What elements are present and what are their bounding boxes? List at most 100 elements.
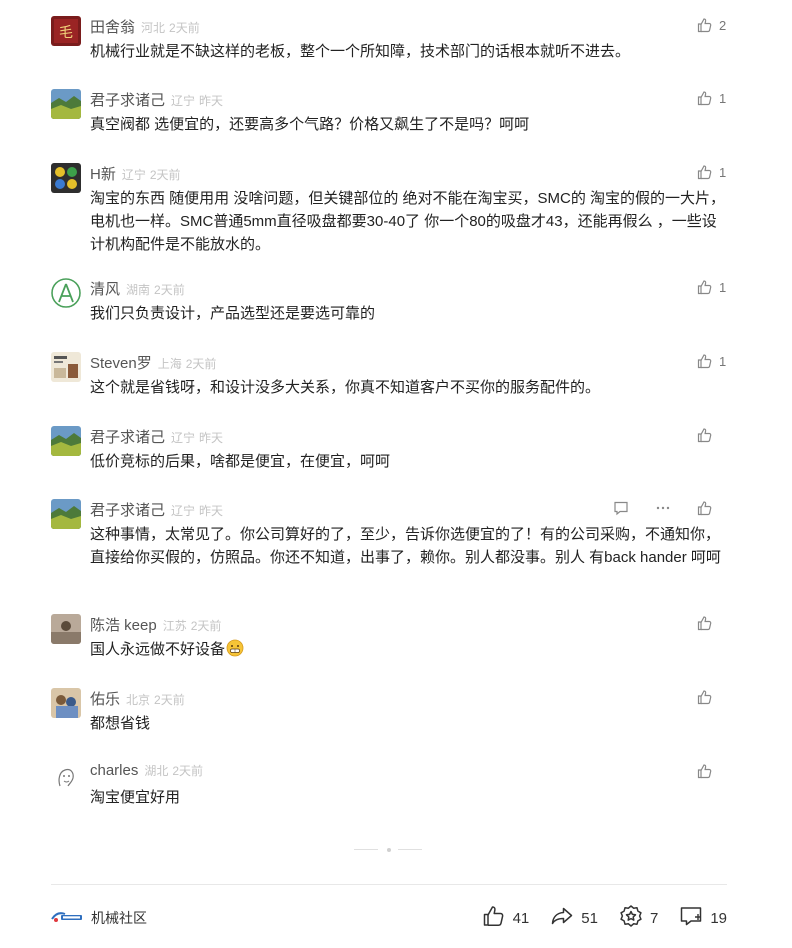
comment-bubble-icon xyxy=(679,904,703,933)
comment-actions xyxy=(697,426,727,444)
commenter-location: 河北 xyxy=(141,21,166,35)
like-count: 1 xyxy=(719,164,727,180)
more-options-icon[interactable] xyxy=(655,500,671,516)
avatar[interactable] xyxy=(51,762,81,792)
comment-time: 2天前 xyxy=(169,21,200,35)
commenter-location: 江苏 xyxy=(162,619,187,633)
thumbs-up-icon[interactable] xyxy=(697,689,713,705)
comment-time: 昨天 xyxy=(199,94,224,108)
favorite-badge-icon xyxy=(619,904,643,933)
comment-time: 昨天 xyxy=(199,504,224,518)
comment-time: 昨天 xyxy=(199,431,224,445)
commenter-location: 北京 xyxy=(126,693,151,707)
brand-logo-icon xyxy=(51,909,83,928)
commenter-name[interactable]: Steven罗 xyxy=(90,352,152,373)
comment-feed: 毛 田舍翁 河北 2天前 2 机械行业就是不缺这样的老板，整个一个所知障，技术部… xyxy=(0,0,792,948)
like-total: 41 xyxy=(512,910,530,927)
comment-actions xyxy=(697,762,727,780)
thumbs-up-icon[interactable] xyxy=(697,427,713,443)
favorite-button[interactable]: 7 xyxy=(619,904,658,933)
commenter-location: 辽宁 xyxy=(121,168,146,182)
commenter-name[interactable]: 君子求诸己 xyxy=(90,89,165,110)
avatar[interactable] xyxy=(51,89,81,119)
like-button[interactable]: 41 xyxy=(482,904,530,933)
commenter-name[interactable]: 清风 xyxy=(90,278,120,299)
commenter-name[interactable]: 佑乐 xyxy=(90,688,120,709)
share-total: 51 xyxy=(581,910,598,927)
comment-meta: 君子求诸己 辽宁 昨天 xyxy=(90,89,224,110)
loader-dot xyxy=(387,848,391,852)
thumbs-up-icon[interactable] xyxy=(697,500,713,516)
loader-bar xyxy=(398,849,422,850)
comment-text: 机械行业就是不缺这样的老板，整个一个所知障，技术部门的话根本就听不进去。 xyxy=(90,43,631,60)
comment-time: 2天前 xyxy=(154,693,185,707)
commenter-name[interactable]: H新 xyxy=(90,163,116,184)
svg-text:毛: 毛 xyxy=(59,25,73,41)
loader-bar xyxy=(354,849,378,850)
thumbs-up-icon[interactable] xyxy=(697,164,713,180)
commenter-location: 辽宁 xyxy=(171,94,196,108)
commenter-name[interactable]: charles xyxy=(90,762,138,779)
thumbs-up-icon[interactable] xyxy=(697,90,713,106)
avatar[interactable] xyxy=(51,352,81,382)
commenter-location: 湖北 xyxy=(144,764,169,778)
like-count: 1 xyxy=(719,90,727,106)
comment-meta: 陈浩 keep 江苏 2天前 xyxy=(90,614,222,635)
comment-meta: charles 湖北 2天前 xyxy=(90,762,203,780)
reply-icon[interactable] xyxy=(613,500,629,516)
engagement-stats: 41 51 7 19 xyxy=(461,904,727,933)
comment-meta: 清风 湖南 2天前 xyxy=(90,278,185,299)
comment-button[interactable]: 19 xyxy=(679,904,727,933)
like-count: 2 xyxy=(719,17,727,33)
avatar[interactable] xyxy=(51,163,81,193)
comment-text: 都想省钱 xyxy=(90,715,151,732)
comment-text: 这个就是省钱呀，和设计没多大关系，你真不知道客户不买你的服务配件的。 xyxy=(90,379,601,396)
commenter-location: 上海 xyxy=(157,357,182,371)
thumbs-up-icon[interactable] xyxy=(697,279,713,295)
commenter-name[interactable]: 君子求诸己 xyxy=(90,426,165,447)
comment-total: 19 xyxy=(710,910,727,927)
comment-actions xyxy=(697,614,727,632)
comment-actions: 1 xyxy=(697,352,727,370)
favorite-total: 7 xyxy=(649,910,659,927)
footer-bar: 机械社区 41 51 7 19 xyxy=(51,904,727,932)
comment-time: 2天前 xyxy=(154,283,185,297)
share-button[interactable]: 51 xyxy=(550,904,598,933)
thumbs-up-icon[interactable] xyxy=(697,763,713,779)
comment-meta: 君子求诸己 辽宁 昨天 xyxy=(90,499,224,520)
comment-text: 淘宝的东西 随便用用 没啥问题，但关键部位的 绝对不能在淘宝买，SMC的 淘宝的… xyxy=(90,190,726,253)
commenter-location: 湖南 xyxy=(126,283,151,297)
commenter-name[interactable]: 君子求诸己 xyxy=(90,499,165,520)
loading-indicator xyxy=(354,848,424,852)
avatar[interactable] xyxy=(51,688,81,718)
source-account[interactable]: 机械社区 xyxy=(51,908,147,928)
thumbs-up-icon[interactable] xyxy=(697,17,713,33)
comment-text: 淘宝便宜好用 xyxy=(90,789,181,806)
like-count: 1 xyxy=(719,353,727,369)
thumbs-up-icon xyxy=(482,904,506,933)
comment-meta: H新 辽宁 2天前 xyxy=(90,163,181,184)
comment-text: 国人永远做不好设备 xyxy=(90,638,730,661)
comment-time: 2天前 xyxy=(190,619,222,633)
commenter-location: 辽宁 xyxy=(171,431,196,445)
comment-meta: 君子求诸己 辽宁 昨天 xyxy=(90,426,224,447)
comment-meta: Steven罗 上海 2天前 xyxy=(90,352,217,373)
comment-text: 低价竞标的后果，啥都是便宜，在便宜，呵呵 xyxy=(90,453,391,470)
share-arrow-icon xyxy=(550,904,574,933)
commenter-name[interactable]: 田舍翁 xyxy=(90,16,135,37)
commenter-location: 辽宁 xyxy=(171,504,196,518)
commenter-name[interactable]: 陈浩 keep xyxy=(90,614,157,635)
thumbs-up-icon[interactable] xyxy=(697,353,713,369)
avatar[interactable] xyxy=(51,426,81,456)
comment-meta: 佑乐 北京 2天前 xyxy=(90,688,185,709)
avatar[interactable] xyxy=(51,278,81,308)
comment-text: 真空阀都 选便宜的，还要高多个气路？价格又飙生了不是吗？呵呵 xyxy=(90,116,530,133)
avatar[interactable]: 毛 xyxy=(51,16,81,46)
comment-text: 这种事情，太常见了。你公司算好的了，至少，告诉你选便宜的了！有的公司采购，不通知… xyxy=(90,526,721,566)
comment-time: 2天前 xyxy=(185,357,217,371)
avatar[interactable] xyxy=(51,614,81,644)
divider xyxy=(51,884,727,885)
comment-time: 2天前 xyxy=(149,168,181,182)
thumbs-up-icon[interactable] xyxy=(697,615,713,631)
avatar[interactable] xyxy=(51,499,81,529)
